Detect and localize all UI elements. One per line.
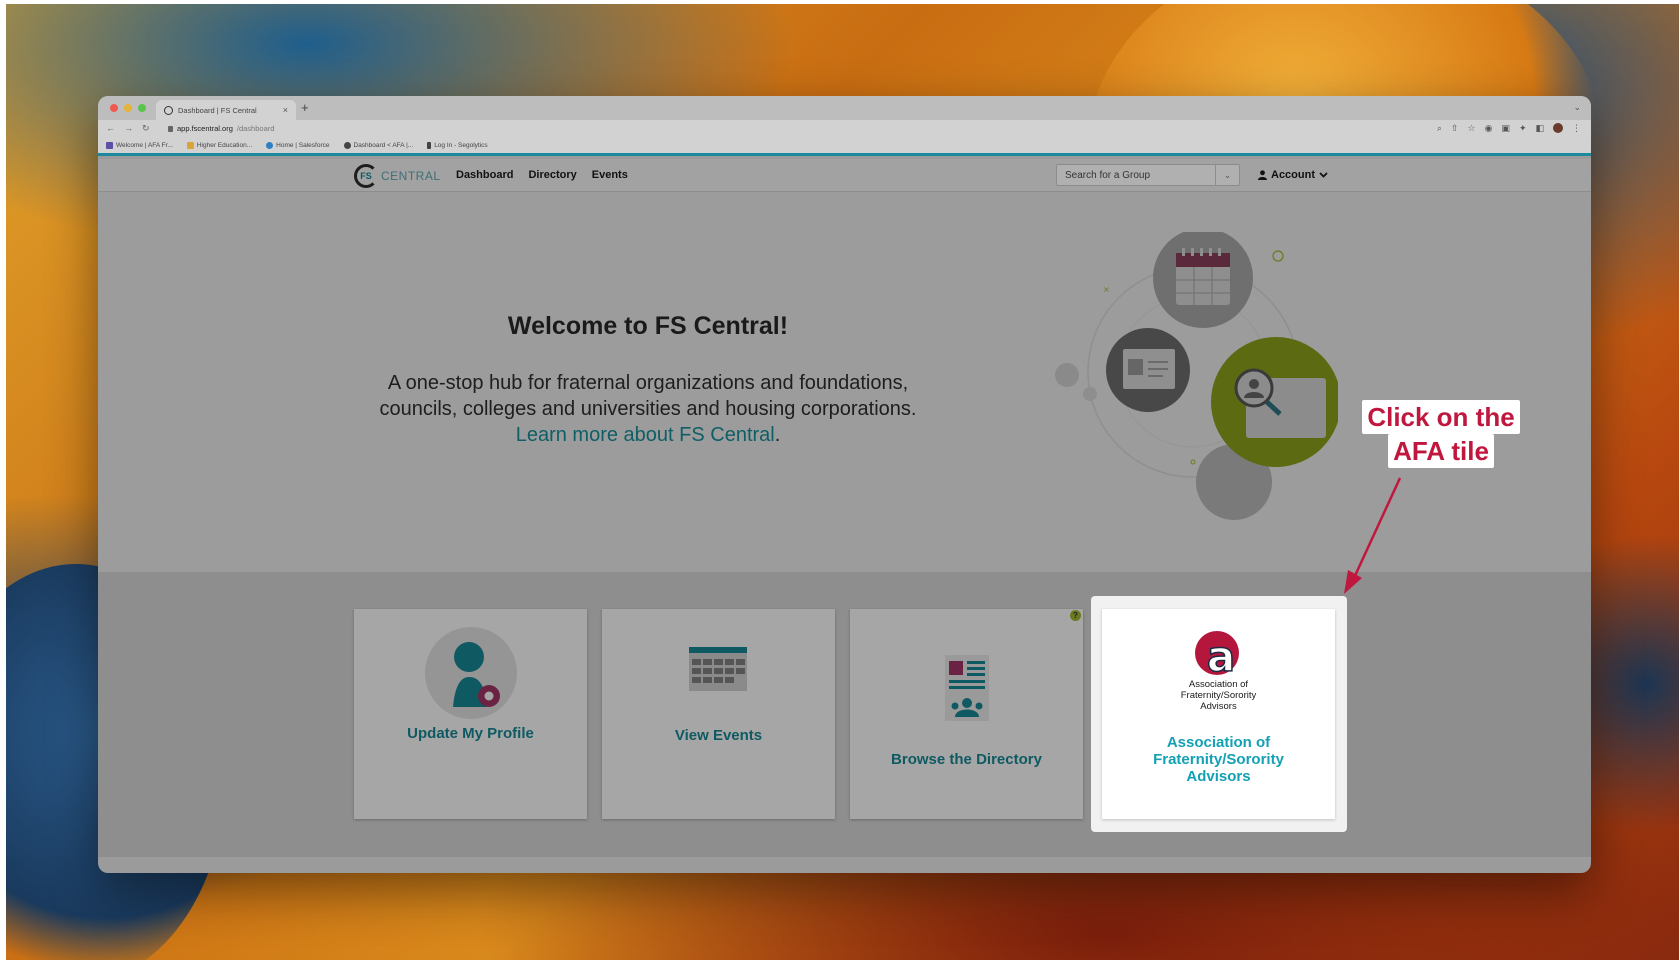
svg-text:a: a — [1206, 632, 1234, 677]
annotation-arrow-icon — [1344, 477, 1402, 594]
bookmark-item[interactable]: Welcome | AFA Fr... — [106, 142, 173, 149]
directory-icon — [944, 655, 989, 721]
chevron-down-icon — [1319, 172, 1328, 178]
new-tab-button[interactable]: + — [301, 100, 309, 115]
maximize-window-button[interactable] — [138, 104, 146, 112]
annotation-callout: Click on the AFA tile — [1356, 400, 1526, 468]
tiles-section: Update My Profile View Events Browse the… — [98, 572, 1591, 857]
close-window-button[interactable] — [110, 104, 118, 112]
sidebar-icon[interactable]: ◧ — [1535, 123, 1544, 134]
chevron-down-icon[interactable]: ⌄ — [1215, 165, 1239, 185]
tile-label: View Events — [674, 727, 763, 744]
url-path: /dashboard — [236, 124, 275, 133]
tile-label: Update My Profile — [407, 725, 534, 742]
share-icon[interactable]: ⇧ — [1451, 123, 1459, 134]
forward-arrow-icon[interactable]: → — [124, 123, 133, 134]
browser-toolbar-icons: ⌕ ⇧ ☆ ◉ ▣ ✦ ◧ ⋮ — [1437, 123, 1581, 134]
window-controls — [110, 104, 146, 112]
nav-directory[interactable]: Directory — [528, 169, 576, 181]
callout-line: AFA tile — [1388, 434, 1494, 468]
bookmark-item[interactable]: Home | Salesforce — [266, 142, 330, 149]
afa-logo-icon: a — [1194, 631, 1239, 677]
bookmark-item[interactable]: Dashboard < AFA |... — [343, 142, 413, 149]
salesforce-cloud-icon — [266, 142, 274, 149]
afa-logo-text: Association of Fraternity/Sorority Advis… — [1180, 679, 1257, 712]
browser-tab[interactable]: Dashboard | FS Central × — [156, 100, 296, 120]
calendar-icon — [688, 647, 747, 691]
hero-illustration: × — [1055, 232, 1338, 520]
minimize-window-button[interactable] — [124, 104, 132, 112]
user-icon — [1258, 170, 1267, 180]
fs-logo-word: CENTRAL — [381, 169, 441, 183]
zoom-icon[interactable]: ⌕ — [1437, 123, 1442, 134]
site-header: FS CENTRAL Dashboard Directory Events Se… — [98, 159, 1591, 192]
hero-description: A one-stop hub for fraternal organizatio… — [379, 372, 917, 446]
tab-bar: Dashboard | FS Central × + ⌄ — [98, 96, 1591, 120]
site-favicon-icon — [164, 105, 173, 115]
url-field[interactable]: app.fscentral.org/dashboard — [168, 124, 274, 133]
view-events-tile[interactable]: View Events — [602, 609, 835, 819]
back-arrow-icon[interactable]: ← — [106, 123, 115, 134]
wordpress-icon — [343, 142, 351, 149]
bookmark-favicon-icon — [106, 142, 113, 149]
url-host: app.fscentral.org — [177, 124, 233, 133]
tab-close-icon[interactable]: × — [283, 105, 288, 115]
extension-icon[interactable]: ▣ — [1501, 123, 1510, 134]
update-profile-tile[interactable]: Update My Profile — [354, 609, 587, 819]
nav-events[interactable]: Events — [592, 169, 628, 181]
bookmarks-bar: Welcome | AFA Fr... Higher Education... … — [98, 138, 1591, 156]
help-icon[interactable]: ? — [1070, 610, 1081, 621]
tab-title: Dashboard | FS Central — [178, 105, 257, 115]
account-menu[interactable]: Account — [1258, 169, 1328, 181]
svg-text:×: × — [1103, 285, 1110, 294]
account-label: Account — [1271, 169, 1315, 181]
fs-logo-mark: FS — [354, 164, 378, 188]
bookmark-favicon-icon — [427, 142, 432, 149]
group-search-select[interactable]: Search for a Group ⌄ — [1056, 164, 1240, 186]
tile-label: Browse the Directory — [891, 751, 1042, 768]
nav-dashboard[interactable]: Dashboard — [456, 169, 513, 181]
extension-1password-icon[interactable]: ◉ — [1485, 123, 1493, 134]
learn-more-link[interactable]: Learn more about FS Central — [516, 424, 775, 446]
fs-central-logo[interactable]: FS CENTRAL — [354, 164, 441, 188]
main-nav: Dashboard Directory Events — [456, 169, 628, 181]
extensions-puzzle-icon[interactable]: ✦ — [1519, 123, 1527, 134]
browser-menu-icon[interactable]: ⋮ — [1572, 123, 1581, 134]
page-title: Welcome to FS Central! — [507, 312, 789, 340]
search-placeholder: Search for a Group — [1065, 169, 1151, 181]
profile-avatar[interactable] — [1553, 123, 1563, 133]
reload-icon[interactable]: ↻ — [142, 123, 150, 134]
tab-list-chevron-icon[interactable]: ⌄ — [1573, 102, 1581, 113]
bookmark-star-icon[interactable]: ☆ — [1467, 123, 1475, 134]
lock-icon — [168, 125, 173, 132]
address-bar: ← → ↻ app.fscentral.org/dashboard ⌕ ⇧ ☆ … — [98, 120, 1591, 138]
bookmark-item[interactable]: Higher Education... — [186, 142, 252, 149]
nav-buttons: ← → ↻ — [106, 123, 150, 134]
afa-tile[interactable]: a Association of Fraternity/Sorority Adv… — [1102, 609, 1335, 819]
tile-label: Association of Fraternity/Sorority Advis… — [1153, 734, 1284, 785]
profile-gear-icon — [424, 627, 517, 719]
bookmark-item[interactable]: Log In - Segolytics — [427, 142, 488, 149]
bookmark-favicon-icon — [186, 142, 194, 149]
browse-directory-tile[interactable]: Browse the Directory — [850, 609, 1083, 819]
callout-line: Click on the — [1362, 400, 1520, 434]
